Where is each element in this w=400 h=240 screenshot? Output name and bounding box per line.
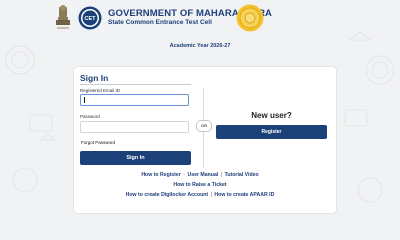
or-badge: OR xyxy=(196,120,212,132)
signin-divider xyxy=(80,84,191,85)
link-separator: - xyxy=(183,172,185,178)
raise-ticket-link[interactable]: How to Raise a Ticket xyxy=(173,182,226,188)
cet-logo-icon: CET xyxy=(78,6,102,30)
government-subtitle: State Common Entrance Test Cell xyxy=(108,19,212,26)
email-label: Registered Email ID xyxy=(80,88,121,93)
link-separator: | xyxy=(210,192,212,198)
signin-button[interactable]: Sign In xyxy=(80,151,191,165)
forgot-password-link[interactable]: Forgot Password xyxy=(81,140,115,145)
email-field[interactable] xyxy=(80,94,189,106)
link-separator: | xyxy=(220,172,223,178)
register-button[interactable]: Register xyxy=(216,125,327,139)
state-emblem-icon xyxy=(56,5,70,29)
new-user-title: New user? xyxy=(251,111,292,120)
password-field[interactable] xyxy=(80,121,189,133)
anniversary-seal-icon xyxy=(236,4,264,32)
digilocker-link[interactable]: How to create Digilocker Account xyxy=(126,192,209,198)
tutorial-video-link[interactable]: Tutorial Video xyxy=(225,172,259,178)
how-to-register-link[interactable]: How to Register xyxy=(141,172,181,178)
header: CET GOVERNMENT OF MAHARASHTRA State Comm… xyxy=(0,0,400,38)
apaar-link[interactable]: How to create APAAR ID xyxy=(214,192,274,198)
signin-title: Sign In xyxy=(80,73,109,83)
password-label: Password xyxy=(80,114,100,119)
help-links-row-2: How to Raise a Ticket xyxy=(0,182,400,188)
text-caret xyxy=(84,97,85,103)
help-links-row-3: How to create Digilocker Account | How t… xyxy=(0,192,400,198)
academic-year: Academic Year 2026-27 xyxy=(169,43,231,49)
help-links-row-1: How to Register - User Manual | Tutorial… xyxy=(0,172,400,178)
cet-logo-text: CET xyxy=(85,16,97,22)
user-manual-link[interactable]: User Manual xyxy=(187,172,218,178)
